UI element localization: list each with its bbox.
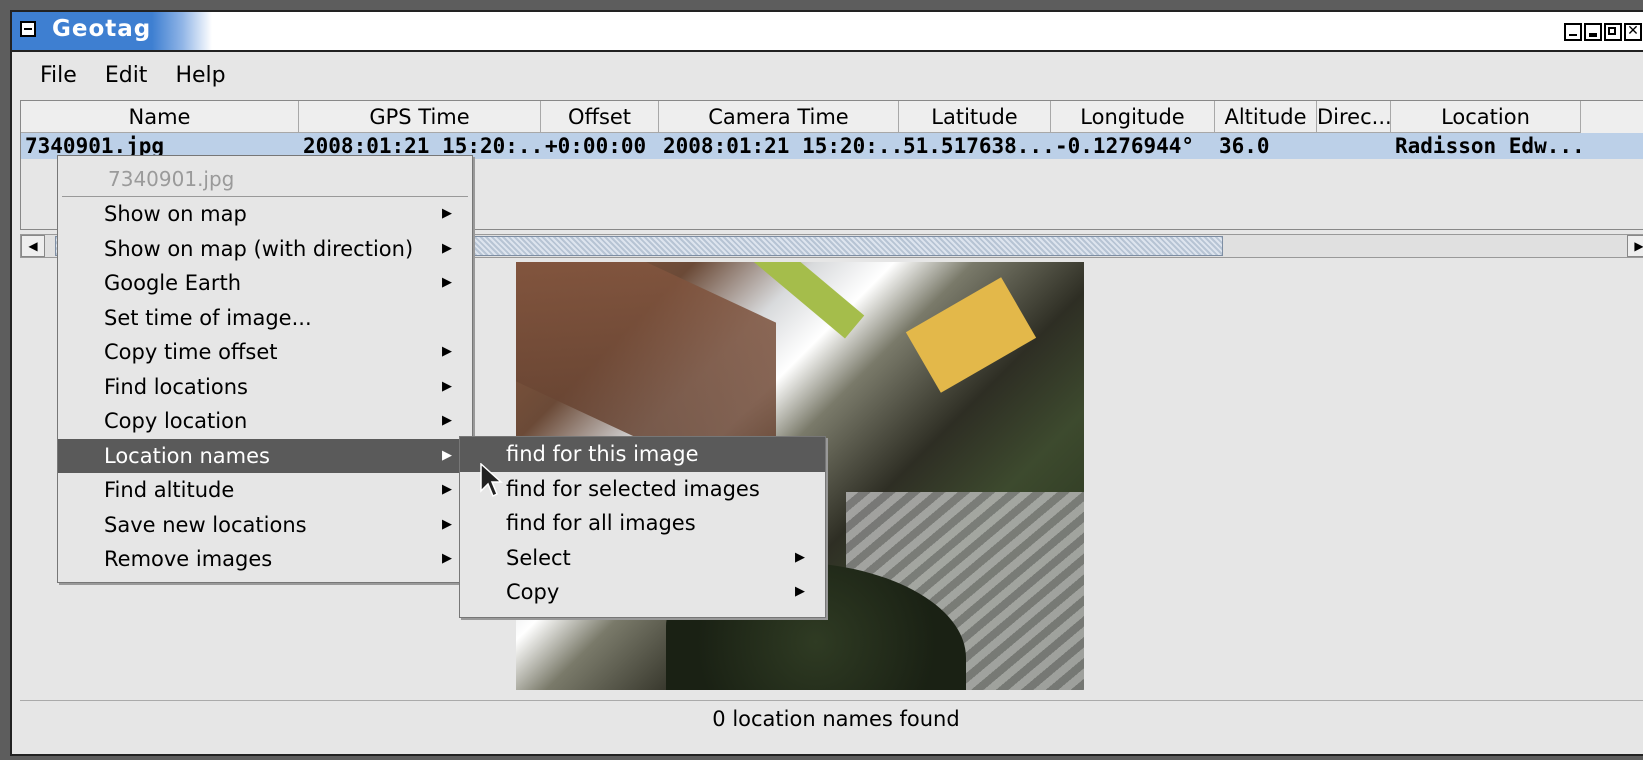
context-menu-header: 7340901.jpg [62, 156, 468, 197]
close-icon[interactable]: ✕ [1624, 23, 1642, 41]
menu-item-copy-location[interactable]: Copy location ▶ [58, 404, 472, 439]
column-header-altitude[interactable]: Altitude [1215, 101, 1317, 133]
column-header-location[interactable]: Location [1391, 101, 1581, 133]
column-header-gps-time[interactable]: GPS Time [299, 101, 541, 133]
menu-item-remove-images[interactable]: Remove images ▶ [58, 542, 472, 577]
iconify-icon[interactable] [1584, 23, 1602, 41]
column-header-latitude[interactable]: Latitude [899, 101, 1051, 133]
menu-item-find-altitude[interactable]: Find altitude ▶ [58, 473, 472, 508]
menu-item-save-new-locations[interactable]: Save new locations ▶ [58, 508, 472, 543]
submenu-arrow-icon: ▶ [442, 275, 452, 290]
menu-bar: File Edit Help [12, 52, 1643, 98]
submenu-arrow-icon: ▶ [442, 516, 452, 532]
submenu-arrow-icon: ▶ [442, 413, 452, 428]
submenu-arrow-icon: ▶ [442, 378, 452, 394]
submenu-arrow-icon: ▶ [442, 482, 452, 497]
menu-item-find-locations[interactable]: Find locations ▶ [58, 370, 472, 405]
submenu-item-find-selected-images[interactable]: find for selected images [460, 472, 825, 507]
column-header-camera-time[interactable]: Camera Time [659, 101, 899, 133]
cell-altitude: 36.0 [1219, 134, 1270, 158]
submenu-item-copy[interactable]: Copy ▶ [460, 575, 825, 610]
cell-longitude: -0.1276944° [1055, 134, 1195, 158]
menu-item-set-time[interactable]: Set time of image... [58, 301, 472, 336]
window-title: Geotag [52, 16, 152, 42]
submenu-item-find-all-images[interactable]: find for all images [460, 506, 825, 541]
scroll-right-icon[interactable]: ▶ [1627, 235, 1643, 257]
cell-camera-time: 2008:01:21 15:20:... [663, 134, 899, 158]
menu-item-copy-time-offset[interactable]: Copy time offset ▶ [58, 335, 472, 370]
scroll-left-icon[interactable]: ◀ [21, 235, 45, 257]
cell-location: Radisson Edw... [1395, 134, 1581, 158]
minimize-icon[interactable] [1564, 23, 1582, 41]
status-bar: 0 location names found [20, 700, 1643, 737]
submenu-arrow-icon: ▶ [442, 206, 452, 221]
cell-offset: +0:00:00 [545, 134, 647, 158]
menu-item-google-earth[interactable]: Google Earth ▶ [58, 266, 472, 301]
menu-item-show-on-map-direction[interactable]: Show on map (with direction) ▶ [58, 232, 472, 267]
window-controls: ✕ [1564, 23, 1642, 41]
column-header-longitude[interactable]: Longitude [1051, 101, 1215, 133]
submenu-item-find-this-image[interactable]: find for this image [460, 437, 825, 472]
menu-item-show-on-map[interactable]: Show on map ▶ [58, 197, 472, 232]
mouse-cursor-icon [480, 463, 503, 498]
submenu-arrow-icon: ▶ [795, 549, 805, 565]
column-header-name[interactable]: Name [21, 101, 299, 133]
submenu-arrow-icon: ▶ [442, 447, 452, 463]
location-names-submenu: find for this image find for selected im… [459, 436, 826, 618]
menu-item-location-names[interactable]: Location names ▶ [58, 438, 472, 473]
submenu-item-select[interactable]: Select ▶ [460, 541, 825, 576]
cell-latitude: 51.517638... [903, 134, 1051, 158]
submenu-arrow-icon: ▶ [442, 240, 452, 256]
cell-direction [1317, 133, 1391, 159]
column-header-offset[interactable]: Offset [541, 101, 659, 133]
menu-file[interactable]: File [26, 63, 91, 88]
window-menu-icon[interactable] [20, 21, 36, 37]
menu-help[interactable]: Help [161, 63, 239, 88]
table-header: Name GPS Time Offset Camera Time Latitud… [21, 101, 1643, 133]
submenu-arrow-icon: ▶ [442, 551, 452, 566]
maximize-icon[interactable] [1604, 23, 1622, 41]
submenu-arrow-icon: ▶ [442, 344, 452, 359]
menu-edit[interactable]: Edit [91, 63, 162, 88]
submenu-arrow-icon: ▶ [795, 584, 805, 599]
title-bar[interactable]: Geotag ✕ [12, 12, 1643, 52]
context-menu: 7340901.jpg Show on map ▶ Show on map (wi… [57, 155, 473, 583]
column-header-direction[interactable]: Direc... [1317, 101, 1391, 133]
